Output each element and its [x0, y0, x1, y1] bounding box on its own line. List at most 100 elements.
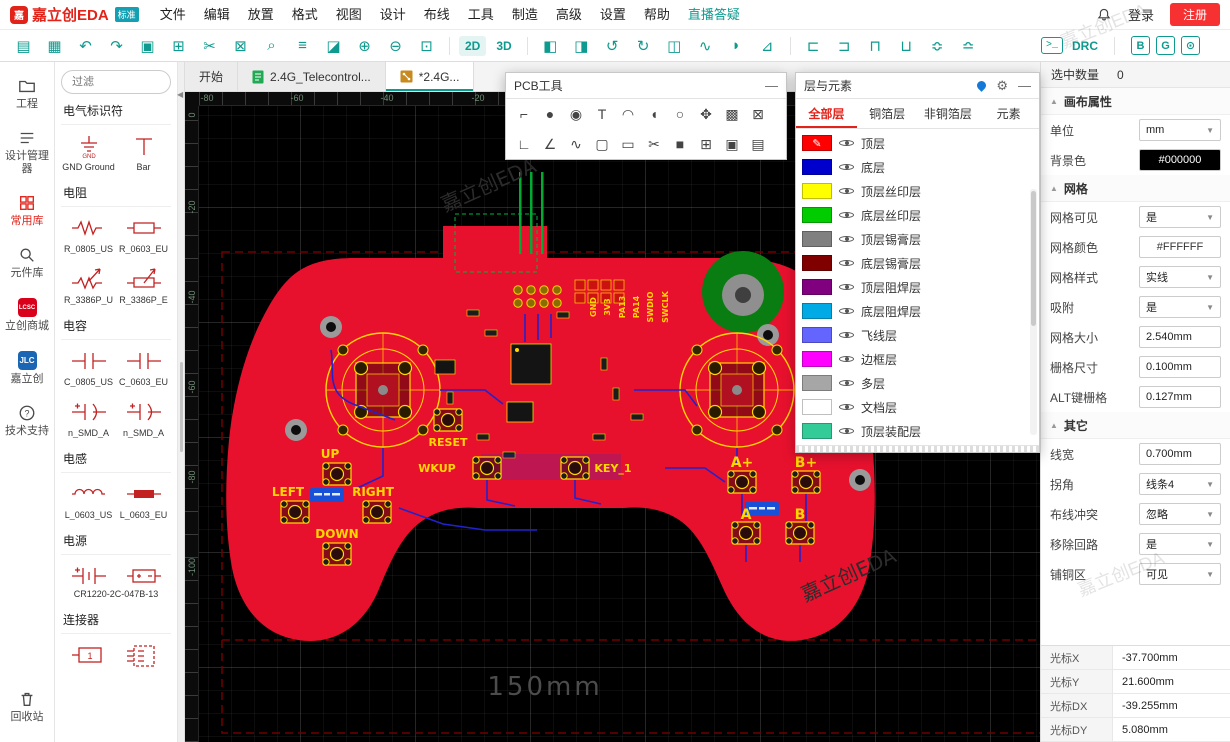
tab-schematic[interactable]: 2.4G_Telecontrol... [238, 62, 386, 91]
eye-icon[interactable] [839, 328, 854, 342]
search-icon[interactable]: ⌕ [258, 34, 285, 58]
layer-row[interactable]: 底层阻焊层 [796, 299, 1039, 323]
library-item-inductor-us[interactable]: L_0603_US [61, 473, 116, 524]
grid-visible-select[interactable]: 是▼ [1139, 206, 1221, 228]
eye-icon[interactable] [839, 160, 854, 174]
layer-color-swatch[interactable] [802, 303, 832, 319]
snap-select[interactable]: 是▼ [1139, 296, 1221, 318]
redo-icon[interactable]: ↷ [103, 34, 130, 58]
unit-select[interactable]: mm▼ [1139, 119, 1221, 141]
library-item-battery-2[interactable] [116, 555, 171, 589]
eye-icon[interactable] [839, 232, 854, 246]
library-item-bar[interactable]: Bar [116, 125, 171, 176]
flip-horizontal-icon[interactable]: ◧ [537, 34, 564, 58]
menu-item[interactable]: 制造 [503, 0, 547, 30]
pin-icon[interactable] [975, 79, 988, 92]
section-canvas-properties[interactable]: ▲ 画布属性 [1041, 88, 1230, 115]
layer-color-swatch[interactable] [802, 399, 832, 415]
library-item-battery-1[interactable] [61, 555, 116, 589]
sidebar-item-component-library[interactable]: 元件库 [0, 237, 54, 289]
library-item-trimpot-us[interactable]: R_3386P_U [61, 258, 116, 309]
scrollbar-thumb[interactable] [180, 362, 183, 452]
layers-scrollbar[interactable] [1030, 189, 1037, 435]
eye-icon[interactable] [839, 304, 854, 318]
layer-row[interactable]: 顶层丝印层 [796, 179, 1039, 203]
layer-color-swatch[interactable]: ✎ [802, 135, 832, 151]
rect-icon[interactable]: ▭ [615, 132, 641, 156]
menu-item[interactable]: 设置 [591, 0, 635, 30]
library-item-inductor-eu[interactable]: L_0603_EU [116, 473, 171, 524]
grid-pitch-input[interactable]: 0.100mm [1139, 356, 1221, 378]
spline-icon[interactable]: ∿ [563, 132, 589, 156]
section-grid[interactable]: ▲ 网格 [1041, 175, 1230, 202]
layer-color-swatch[interactable] [802, 375, 832, 391]
track-icon[interactable]: ⌐ [511, 102, 537, 126]
library-section-title[interactable]: 电容 [61, 309, 171, 340]
undo-icon[interactable]: ↶ [72, 34, 99, 58]
gerber-icon[interactable]: G [1156, 36, 1175, 55]
section-other[interactable]: ▲ 其它 [1041, 412, 1230, 439]
background-color-field[interactable]: #000000 [1139, 149, 1221, 171]
eye-icon[interactable] [839, 136, 854, 150]
save-icon[interactable]: ▤ [10, 34, 37, 58]
library-item-connector-2[interactable] [116, 634, 171, 672]
panel-resize-handle[interactable] [796, 445, 1039, 452]
text-icon[interactable]: T [589, 102, 615, 126]
library-item-connector-1[interactable]: 1 [61, 634, 116, 672]
corner-select[interactable]: 线条4▼ [1139, 473, 1221, 495]
console-icon[interactable]: >_ [1041, 37, 1063, 54]
layer-row[interactable]: 多层 [796, 371, 1039, 395]
library-item-trimpot-eu[interactable]: R_3386P_E [116, 258, 171, 309]
teardrop-icon[interactable]: ◗ [723, 34, 750, 58]
slice-icon[interactable]: ✂ [641, 132, 667, 156]
cut-icon[interactable]: ✂ [196, 34, 223, 58]
eye-icon[interactable] [839, 184, 854, 198]
layer-color-swatch[interactable] [802, 351, 832, 367]
pcb-tools-header[interactable]: PCB工具 — [506, 73, 786, 99]
line-width-input[interactable]: 0.700mm [1139, 443, 1221, 465]
angle-icon[interactable]: ∠ [537, 132, 563, 156]
menu-item[interactable]: 编辑 [195, 0, 239, 30]
library-section-title[interactable]: 电源 [61, 524, 171, 555]
layer-row[interactable]: 顶层阻焊层 [796, 275, 1039, 299]
layer-row[interactable]: 底层锡膏层 [796, 251, 1039, 275]
menu-item[interactable]: 高级 [547, 0, 591, 30]
eraser-icon[interactable]: ◪ [320, 34, 347, 58]
flip-vertical-icon[interactable]: ◨ [568, 34, 595, 58]
layers-panel-header[interactable]: 层与元素 ⚙ — [796, 73, 1039, 99]
distribute-v-icon[interactable]: ≏ [955, 34, 982, 58]
layer-row[interactable]: 飞线层 [796, 323, 1039, 347]
align-right-icon[interactable]: ⊐ [831, 34, 858, 58]
menu-item[interactable]: 直播答疑 [679, 0, 749, 30]
filter-input[interactable] [61, 70, 171, 94]
save-all-icon[interactable]: ▦ [41, 34, 68, 58]
library-item-resistor-us[interactable]: R_0805_US [61, 207, 116, 258]
library-item-cap-polar-2[interactable]: n_SMD_A [116, 391, 171, 442]
layers-tab[interactable]: 非铜箔层 [918, 99, 979, 128]
image-icon[interactable]: ⊠ [745, 102, 771, 126]
layers-tab[interactable]: 全部层 [796, 99, 857, 128]
library-section-title[interactable]: 电感 [61, 442, 171, 473]
layers-tab[interactable]: 铜箔层 [857, 99, 918, 128]
sidebar-item-lcsc-mall[interactable]: LCSC 立创商城 [0, 289, 54, 342]
sidebar-item-design-manager[interactable]: 设计管理器 [0, 120, 54, 185]
order-icon[interactable]: ⊙ [1181, 36, 1200, 55]
layer-color-swatch[interactable] [802, 183, 832, 199]
layer-color-swatch[interactable] [802, 207, 832, 223]
minimize-icon[interactable]: — [1018, 78, 1031, 93]
login-link[interactable]: 登录 [1128, 5, 1154, 24]
copper-area-icon[interactable]: ▣ [719, 132, 745, 156]
group-icon[interactable]: ⊞ [693, 132, 719, 156]
rotate-cw-icon[interactable]: ↻ [630, 34, 657, 58]
menu-item[interactable]: 帮助 [635, 0, 679, 30]
align-bottom-icon[interactable]: ⊔ [893, 34, 920, 58]
menu-item[interactable]: 布线 [415, 0, 459, 30]
mirror-icon[interactable]: ◫ [661, 34, 688, 58]
menu-item[interactable]: 放置 [239, 0, 283, 30]
circle-icon[interactable]: ○ [667, 102, 693, 126]
layers-tab[interactable]: 元素 [978, 99, 1039, 128]
zoom-fit-icon[interactable]: ⊡ [413, 34, 440, 58]
layer-row[interactable]: 底层 [796, 155, 1039, 179]
sidebar-item-jlc[interactable]: JLC 嘉立创 [0, 342, 54, 395]
mode-2d-button[interactable]: 2D [459, 36, 486, 56]
